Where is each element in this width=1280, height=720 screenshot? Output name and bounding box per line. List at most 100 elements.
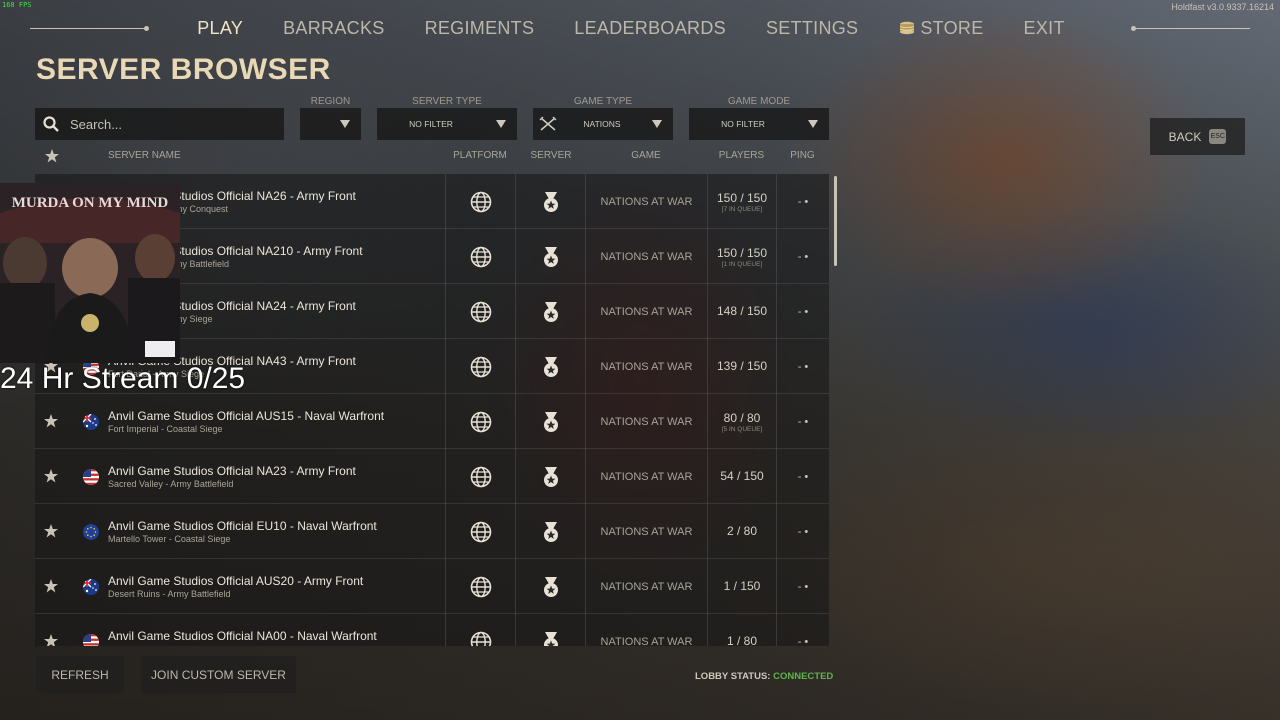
us-flag-icon: [83, 469, 99, 485]
lobby-status-label: LOBBY STATUS:: [695, 671, 771, 682]
globe-icon: [470, 356, 491, 377]
game-cell: NATIONS AT WAR: [585, 504, 707, 559]
players-count: 150 / 150: [716, 245, 768, 260]
album-title-art: MURDA ON MY MIND: [12, 195, 169, 211]
ping-cell: - •: [776, 229, 829, 284]
game-cell: NATIONS AT WAR: [585, 394, 707, 449]
server-type-filter[interactable]: NO FILTER: [377, 108, 517, 140]
players-count: 1 / 80: [726, 634, 758, 646]
game-mode-filter[interactable]: NO FILTER: [689, 108, 829, 140]
server-row[interactable]: Anvil Game Studios Official EU10 - Naval…: [35, 504, 829, 559]
back-button[interactable]: BACK Esc: [1150, 118, 1245, 155]
game-cell: NATIONS AT WAR: [585, 449, 707, 504]
game-cell: NATIONS AT WAR: [585, 174, 707, 229]
ping-cell: - •: [776, 449, 829, 504]
official-medal-icon: [543, 356, 558, 377]
server-type-cell: [515, 394, 585, 449]
chevron-down-icon: [329, 108, 361, 140]
lobby-status: LOBBY STATUS: CONNECTED: [695, 671, 833, 682]
col-platform[interactable]: PLATFORM: [445, 150, 515, 161]
search-box: [35, 108, 284, 140]
favorite-star-icon[interactable]: [43, 523, 59, 539]
globe-icon: [470, 191, 491, 212]
players-count: 139 / 150: [716, 359, 768, 373]
chevron-down-icon: [641, 108, 673, 140]
platform-cell: [445, 449, 515, 504]
ping-cell: - •: [776, 174, 829, 229]
au-flag-icon: [83, 579, 99, 595]
refresh-button[interactable]: REFRESH: [36, 656, 124, 693]
favorite-star-icon[interactable]: [43, 468, 59, 484]
favorite-star-icon[interactable]: [43, 578, 59, 594]
ping-cell: - •: [776, 504, 829, 559]
nav-regiments[interactable]: REGIMENTS: [405, 18, 555, 39]
players-cell: 54 / 150: [707, 449, 776, 504]
join-custom-server-button[interactable]: JOIN CUSTOM SERVER: [141, 656, 296, 693]
list-scrollbar[interactable]: [834, 176, 837, 266]
col-players[interactable]: PLAYERS: [707, 150, 776, 161]
server-name: Anvil Game Studios Official EU10 - Naval…: [108, 519, 377, 533]
server-name: Anvil Game Studios Official AUS15 - Nava…: [108, 409, 385, 423]
game-cell: NATIONS AT WAR: [585, 284, 707, 339]
nav-barracks-label: BARRACKS: [283, 17, 385, 38]
nav-divider-right: [1130, 25, 1250, 31]
au-flag-icon: [83, 414, 99, 430]
ping-cell: - •: [776, 339, 829, 394]
server-row[interactable]: Anvil Game Studios Official AUS20 - Army…: [35, 559, 829, 614]
nav-barracks[interactable]: BARRACKS: [263, 18, 404, 39]
album-art-image: MURDA ON MY MIND: [0, 183, 180, 363]
nav-exit[interactable]: EXIT: [1004, 18, 1085, 39]
nav-settings-label: SETTINGS: [765, 17, 859, 38]
server-map: Sacred Valley - Army Battlefield: [108, 479, 234, 489]
official-medal-icon: [543, 631, 558, 646]
platform-cell: [445, 394, 515, 449]
col-ping[interactable]: PING: [776, 150, 829, 161]
nav-leaderboards[interactable]: LEADERBOARDS: [554, 18, 746, 39]
game-type-filter-label: GAME TYPE: [573, 96, 633, 107]
globe-icon: [470, 576, 491, 597]
server-row[interactable]: Anvil Game Studios Official NA23 - Army …: [35, 449, 829, 504]
nav-store[interactable]: STORE: [878, 18, 1003, 39]
ping-cell: - •: [776, 614, 829, 646]
server-name: Anvil Game Studios Official NA00 - Naval…: [108, 629, 377, 643]
queue-count: [7 IN QUEUE]: [721, 205, 763, 213]
nav-settings[interactable]: SETTINGS: [746, 18, 878, 39]
favorite-star-icon[interactable]: [43, 413, 59, 429]
col-server-name[interactable]: SERVER NAME: [108, 150, 228, 161]
top-nav: PLAY BARRACKS REGIMENTS LEADERBOARDS SET…: [30, 14, 1250, 42]
players-count: 148 / 150: [716, 304, 768, 318]
server-row[interactable]: Anvil Game Studios Official NA00 - Naval…: [35, 614, 829, 646]
region-filter-label: REGION: [310, 96, 351, 107]
players-count: 2 / 80: [726, 524, 758, 538]
version-label: Holdfast v3.0.9337.16214: [1171, 2, 1274, 12]
region-filter[interactable]: [300, 108, 361, 140]
search-input[interactable]: [67, 116, 267, 132]
server-type-filter-value: NO FILTER: [409, 119, 453, 129]
game-type-filter[interactable]: NATIONS: [533, 108, 673, 140]
server-type-cell: [515, 174, 585, 229]
server-name: Anvil Game Studios Official AUS20 - Army…: [108, 574, 364, 588]
server-type-cell: [515, 229, 585, 284]
official-medal-icon: [543, 466, 558, 487]
official-medal-icon: [543, 576, 558, 597]
platform-cell: [445, 284, 515, 339]
nav-divider-left: [30, 25, 150, 31]
server-type-cell: [515, 339, 585, 394]
nav-play[interactable]: PLAY: [177, 18, 263, 39]
col-game[interactable]: GAME: [585, 150, 707, 161]
search-icon[interactable]: [35, 108, 67, 140]
col-server[interactable]: SERVER: [516, 150, 586, 161]
players-cell: 2 / 80: [707, 504, 776, 559]
players-cell: 139 / 150: [707, 339, 776, 394]
players-cell: 80 / 80 [5 IN QUEUE]: [707, 394, 776, 449]
platform-cell: [445, 339, 515, 394]
nav-exit-label: EXIT: [1023, 17, 1065, 38]
game-cell: NATIONS AT WAR: [585, 614, 707, 646]
favorite-column-star-icon[interactable]: [44, 148, 60, 164]
page-title: SERVER BROWSER: [36, 53, 331, 86]
chevron-down-icon: [797, 108, 829, 140]
server-row[interactable]: Anvil Game Studios Official AUS15 - Nava…: [35, 394, 829, 449]
players-count: 1 / 150: [723, 579, 761, 593]
players-cell: 1 / 80: [707, 614, 776, 646]
favorite-star-icon[interactable]: [43, 633, 59, 646]
